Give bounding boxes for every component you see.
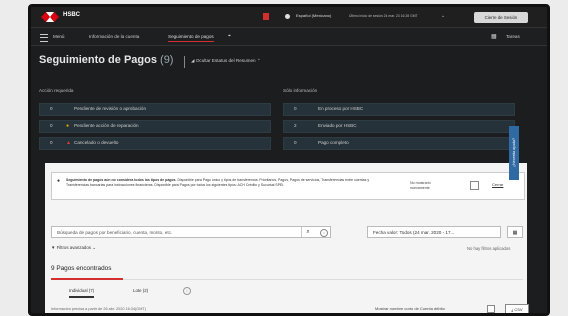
menu-icon[interactable] [40,34,48,42]
help-tab[interactable]: ¿Necesita ayuda? [509,126,519,180]
short-name-checkbox[interactable] [487,305,495,313]
advanced-filters-toggle[interactable]: ▼ Filtros avanzados ⌄ [51,245,96,251]
alert-triangle-icon: ▲ [66,140,71,146]
date-filter[interactable]: Fecha valor: Todos (24 mar. 2020 - 17... [367,226,501,238]
notice-text: Seguimiento de pagos aún no considera to… [66,178,370,187]
summary-toggle-button[interactable]: ◢ Ocultar Estatus del Resumen ⌃ [191,58,261,64]
status-row-cancelled[interactable]: 0 ▲ Cancelado o devuelto [39,137,271,150]
app-window: HSBC Español (Mexicano) Último inicio de… [28,4,550,316]
search-icon[interactable]: ⌕ [301,227,314,237]
user-icon[interactable] [285,14,290,19]
status-row-processing[interactable]: 0 En proceso por HSBC [283,103,515,116]
info-timestamp: Información precisa a partir de 26 abr. … [51,307,146,311]
tasks-icon[interactable]: ▦ [491,33,497,40]
dont-show-checkbox[interactable] [470,181,479,190]
short-name-label: Mostrar nombre corto de Cuenta débito [375,306,445,311]
page-title: Seguimiento de Pagos (9) [39,54,174,66]
hsbc-logo-icon[interactable] [41,12,59,22]
logout-button[interactable]: Cierre de Sesión [474,12,528,23]
status-row-review[interactable]: 0 Pendiente de revisión o aprobación [39,103,271,116]
tab-info-icon[interactable]: i [183,287,191,295]
nav-payment-tracking[interactable]: Seguimiento de pagos [168,34,214,42]
chart-icon: ◢ [191,58,195,63]
pin-icon[interactable]: ⌖ [228,33,231,39]
tab-batch[interactable]: Lote (2) [133,288,148,293]
chevron-up-icon: ⌃ [256,58,261,63]
nav-menu[interactable]: Menú [53,34,65,39]
filter-icon: ▼ [51,245,56,250]
calendar-icon[interactable]: ▦ [507,226,523,238]
status-row-sent[interactable]: 2 Enviado por HSBC [283,120,515,133]
status-row-repair[interactable]: 0 ● Pendiente acción de reparación [39,120,271,133]
nav-tasks[interactable]: Tareas [506,34,520,39]
download-csv-button[interactable]: ⤓ CSV [505,304,529,313]
nav-bar: Menú Información de la cuenta Seguimient… [31,28,547,46]
warning-circle-icon: ● [66,123,70,129]
no-filters-text: No hay filtros aplicados [467,246,511,251]
title-divider [184,56,185,68]
search-input[interactable]: Búsqueda de pagos por beneficiario, cuen… [51,226,331,238]
top-bar: HSBC Español (Mexicano) Último inicio de… [31,7,547,28]
last-login: Último inicio de sesión 24 mar. 23 16:28… [349,14,418,18]
download-icon: ⤓ [511,307,514,312]
flag-icon [263,13,269,20]
nav-account-info[interactable]: Información de la cuenta [89,34,139,39]
help-icon[interactable]: i [320,229,328,237]
tab-individual[interactable]: Individual (7) [69,288,95,298]
notice-banner: ● Seguimiento de pagos aún no considera … [51,172,525,200]
chevron-down-icon[interactable]: ⌄ [441,13,445,19]
language-selector[interactable]: Español (Mexicano) [296,13,331,18]
brand-name: HSBC [63,12,81,18]
info-icon: ● [57,178,61,184]
payment-count: (9) [160,54,174,66]
results-panel: ● Seguimiento de pagos aún no considera … [45,163,529,313]
close-notice-link[interactable]: Cerrar [492,182,503,187]
chevron-down-icon: ⌄ [92,245,96,250]
action-required-heading: Acción requerida [39,88,74,93]
results-count: 9 Pagos encontrados [51,265,112,272]
dont-show-label: No mostrarlo nuevamente [410,181,431,190]
info-only-heading: Sólo información [283,88,318,93]
status-row-complete[interactable]: 0 Pago completo [283,137,515,150]
accent-underline [51,278,123,280]
